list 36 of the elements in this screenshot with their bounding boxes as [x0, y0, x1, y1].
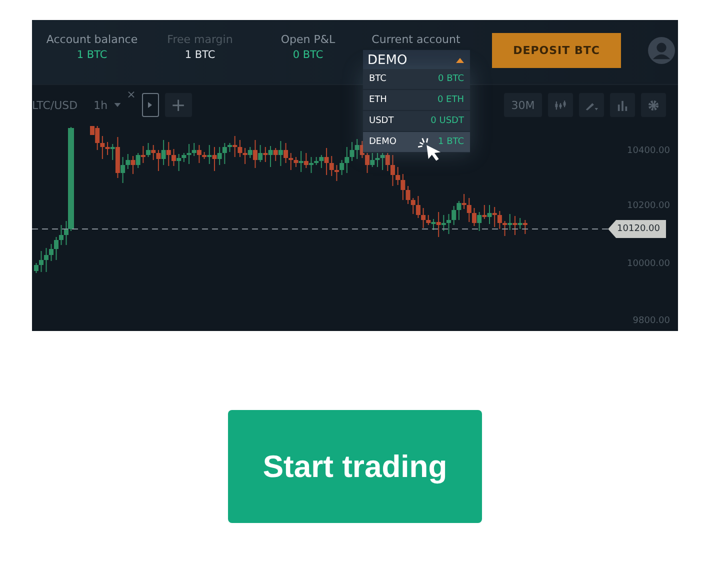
start-trading-button[interactable]: Start trading [228, 410, 482, 523]
chart-type-button[interactable] [548, 93, 573, 117]
price-label: 10400.00 [627, 146, 670, 156]
interval-select[interactable]: 1h [94, 98, 108, 112]
symbol-tab[interactable]: LTC/USD [32, 98, 78, 112]
account-option[interactable]: USDT 0 USDT [363, 111, 470, 131]
deposit-button[interactable]: DEPOSIT BTC [492, 33, 621, 68]
play-button[interactable] [142, 93, 159, 117]
account-select[interactable]: DEMO [362, 50, 470, 70]
timeframe-select[interactable]: 30M [504, 93, 542, 117]
stat-label: Current account [372, 33, 460, 46]
play-icon [148, 102, 152, 108]
stat-label: Account balance [46, 33, 138, 46]
bar-chart-icon [616, 100, 629, 110]
user-avatar-icon[interactable] [648, 37, 675, 64]
account-option[interactable]: ETH 0 ETH [363, 90, 470, 110]
stat-value: 1 BTC [184, 49, 216, 61]
settings-button[interactable] [641, 93, 666, 117]
price-label: 10000.00 [627, 259, 670, 269]
account-option[interactable]: BTC 0 BTC [363, 69, 470, 89]
settings-icon [647, 100, 660, 110]
close-tab-button[interactable]: × [126, 88, 136, 101]
stat-value: 1 BTC [76, 49, 108, 61]
stat-value: 0 BTC [292, 49, 324, 61]
caret-icon [456, 58, 464, 62]
add-tab-button[interactable]: + [164, 93, 192, 117]
indicators-button[interactable] [610, 93, 635, 117]
draw-tool-button[interactable] [579, 93, 604, 117]
stat-label: Free margin [167, 33, 233, 46]
candles-icon [554, 100, 567, 110]
account-option[interactable]: DEMO 1 BTC [363, 132, 470, 152]
price-label: 9800.00 [632, 316, 670, 326]
current-price-tag: 10120.00 [608, 220, 666, 238]
stat-label: Open P&L [280, 33, 336, 46]
price-label: 10200.00 [627, 201, 670, 211]
caret-icon [114, 103, 121, 107]
